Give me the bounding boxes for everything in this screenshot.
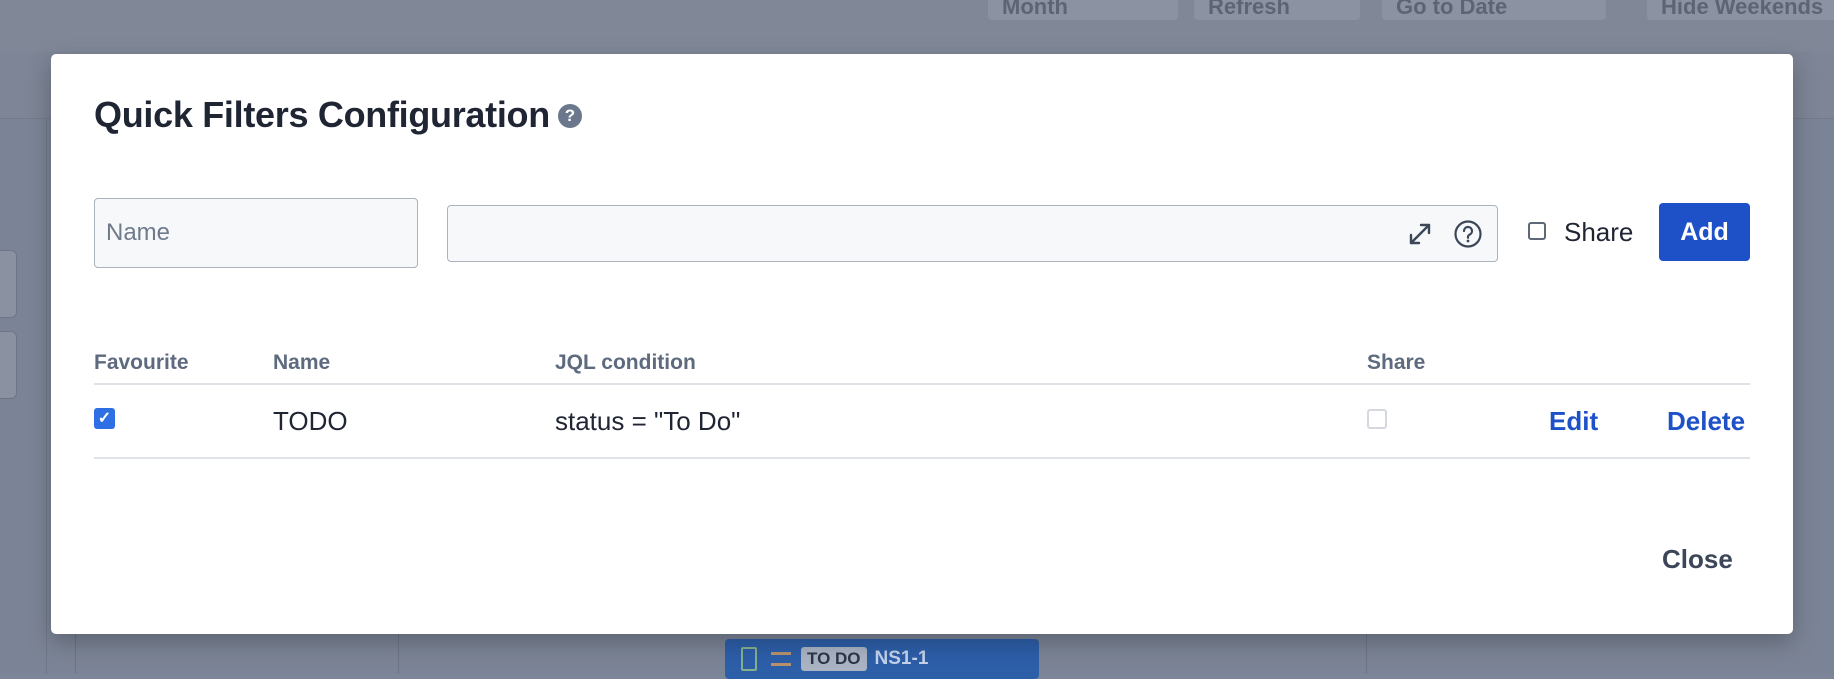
bg-column-line <box>1366 634 1367 674</box>
favourite-checkbox[interactable]: ✓ <box>94 408 115 429</box>
expand-icon[interactable] <box>1406 220 1434 248</box>
bg-refresh-button: Refresh <box>1194 0 1360 20</box>
column-header-jql: JQL condition <box>555 351 696 374</box>
edit-button[interactable]: Edit <box>1549 406 1598 437</box>
bg-column-line <box>398 634 399 674</box>
mobile-icon <box>741 647 757 671</box>
quick-filters-dialog: Quick Filters Configuration ? Share Add … <box>51 54 1793 634</box>
bg-goto-date-button: Go to Date <box>1382 0 1606 20</box>
close-button[interactable]: Close <box>1662 544 1733 575</box>
help-icon[interactable]: ? <box>558 104 582 128</box>
bg-issue-card: TO DO NS1-1 <box>725 639 1039 679</box>
column-header-name: Name <box>273 351 331 374</box>
row-share-checkbox[interactable] <box>1367 409 1387 429</box>
share-label: Share <box>1564 217 1634 247</box>
issue-key: NS1-1 <box>874 648 929 669</box>
delete-button[interactable]: Delete <box>1667 406 1745 437</box>
share-checkbox[interactable] <box>1528 222 1546 240</box>
status-lozenge: TO DO <box>801 647 867 671</box>
jql-condition-cell: status = "To Do" <box>555 406 741 436</box>
filter-name-cell: TODO <box>273 406 348 436</box>
background-toolbar: Month Refresh Go to Date Hide Weekends <box>0 0 1834 53</box>
add-button[interactable]: Add <box>1659 203 1750 261</box>
dialog-title: Quick Filters Configuration <box>94 94 550 135</box>
bg-side-tab <box>0 250 17 318</box>
jql-input[interactable] <box>448 206 1432 261</box>
background-divider <box>46 119 47 674</box>
jql-help-icon[interactable] <box>1453 219 1483 249</box>
bg-side-tab <box>0 331 17 399</box>
bg-column-line <box>75 634 76 674</box>
table-row-divider <box>94 457 1750 459</box>
filter-name-input[interactable] <box>94 198 418 268</box>
bg-month-button: Month <box>988 0 1178 20</box>
jql-input-container <box>447 205 1498 262</box>
column-header-favourite: Favourite <box>94 351 189 374</box>
table-header-divider <box>94 383 1750 385</box>
bg-hide-weekends-button: Hide Weekends <box>1647 0 1834 20</box>
column-header-share: Share <box>1367 351 1426 374</box>
priority-icon <box>771 652 791 666</box>
